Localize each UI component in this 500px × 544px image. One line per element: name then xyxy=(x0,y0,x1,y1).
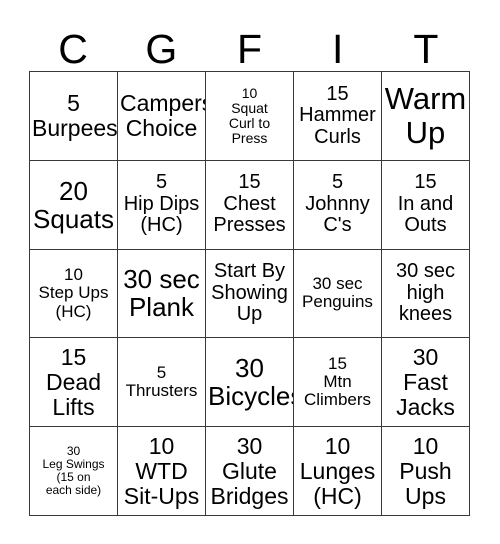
bingo-header-letter-4: T xyxy=(413,26,439,72)
bingo-cell-2-3[interactable]: 30 sec Penguins xyxy=(294,249,382,339)
bingo-cell-4-2[interactable]: 30 Glute Bridges xyxy=(206,427,294,516)
bingo-cell-0-3[interactable]: 15 Hammer Curls xyxy=(294,72,382,161)
bingo-cell-label: 30 Bicycles xyxy=(208,353,294,412)
bingo-cell-label: 15 In and Outs xyxy=(397,171,454,237)
bingo-cell-label: Start By Showing Up xyxy=(211,260,288,326)
bingo-cell-label: 30 Leg Swings (15 on each side) xyxy=(42,444,105,498)
bingo-cell-1-0[interactable]: 20 Squats xyxy=(30,160,118,250)
bingo-cell-4-0[interactable]: 30 Leg Swings (15 on each side) xyxy=(30,427,118,516)
bingo-cell-label: 30 Fast Jacks xyxy=(396,344,455,420)
bingo-header-letter-2: F xyxy=(236,26,263,72)
bingo-cell-1-1[interactable]: 5 Hip Dips (HC) xyxy=(118,160,206,250)
bingo-cell-3-2[interactable]: 30 Bicycles xyxy=(206,338,294,428)
bingo-cell-2-4[interactable]: 30 sec high knees xyxy=(382,249,470,339)
bingo-cell-3-3[interactable]: 15 Mtn Climbers xyxy=(294,338,382,428)
bingo-cell-label: 15 Dead Lifts xyxy=(46,344,101,420)
bingo-row-2: 10 Step Ups (HC) 30 sec Plank Start By S… xyxy=(30,249,470,339)
bingo-row-0: 5 Burpees Campers Choice 10 Squat Curl t… xyxy=(30,72,470,161)
bingo-card: C G F I T 5 Burpees Campers Choice 10 Sq… xyxy=(0,0,500,544)
bingo-cell-label: Campers Choice xyxy=(120,90,206,141)
bingo-row-3: 15 Dead Lifts 5 Thrusters 30 Bicycles 15… xyxy=(30,338,470,428)
bingo-cell-label: 30 sec Plank xyxy=(123,264,200,323)
bingo-cell-2-2[interactable]: Start By Showing Up xyxy=(206,249,294,339)
bingo-header-letter-0: C xyxy=(58,26,88,72)
bingo-cell-label: 30 Glute Bridges xyxy=(210,432,289,509)
bingo-cell-label: 15 Mtn Climbers xyxy=(303,353,372,410)
bingo-cell-1-3[interactable]: 5 Johnny C's xyxy=(294,160,382,250)
bingo-cell-0-2[interactable]: 10 Squat Curl to Press xyxy=(206,72,294,161)
bingo-cell-label: 10 Squat Curl to Press xyxy=(228,84,271,146)
bingo-cell-0-1[interactable]: Campers Choice xyxy=(118,72,206,161)
bingo-cell-label: 10 Step Ups (HC) xyxy=(38,264,109,321)
bingo-cell-label: 15 Hammer Curls xyxy=(299,82,376,148)
bingo-row-4: 30 Leg Swings (15 on each side) 10 WTD S… xyxy=(30,427,470,516)
bingo-cell-3-4[interactable]: 30 Fast Jacks xyxy=(382,338,470,428)
bingo-cell-label: 30 sec Penguins xyxy=(302,274,373,312)
bingo-cell-4-3[interactable]: 10 Lunges (HC) xyxy=(294,427,382,516)
bingo-header-row: C G F I T xyxy=(29,14,470,71)
bingo-cell-label: 5 Johnny C's xyxy=(305,171,370,237)
bingo-row-1: 20 Squats 5 Hip Dips (HC) 15 Chest Press… xyxy=(30,160,470,250)
bingo-cell-label: 20 Squats xyxy=(33,175,114,234)
bingo-cell-2-0[interactable]: 10 Step Ups (HC) xyxy=(30,249,118,339)
bingo-cell-label: Warm Up xyxy=(384,81,467,150)
bingo-cell-label: 30 sec high knees xyxy=(396,260,455,326)
bingo-cell-0-4[interactable]: Warm Up xyxy=(382,72,470,161)
bingo-cell-label: 10 Lunges (HC) xyxy=(299,432,376,509)
bingo-cell-1-4[interactable]: 15 In and Outs xyxy=(382,160,470,250)
bingo-cell-0-0[interactable]: 5 Burpees xyxy=(30,72,118,161)
bingo-cell-4-4[interactable]: 10 Push Ups xyxy=(382,427,470,516)
bingo-cell-label: 5 Hip Dips (HC) xyxy=(123,171,200,237)
bingo-header-letter-3: I xyxy=(332,26,344,72)
bingo-cell-1-2[interactable]: 15 Chest Presses xyxy=(206,160,294,250)
bingo-cell-label: 10 WTD Sit-Ups xyxy=(123,432,200,509)
bingo-cell-label: 5 Burpees xyxy=(32,90,118,141)
bingo-cell-3-0[interactable]: 15 Dead Lifts xyxy=(30,338,118,428)
bingo-cell-label: 10 Push Ups xyxy=(399,432,452,509)
bingo-grid: 5 Burpees Campers Choice 10 Squat Curl t… xyxy=(29,71,470,516)
bingo-cell-label: 5 Thrusters xyxy=(125,362,198,401)
bingo-cell-2-1[interactable]: 30 sec Plank xyxy=(118,249,206,339)
bingo-cell-4-1[interactable]: 10 WTD Sit-Ups xyxy=(118,427,206,516)
bingo-header-letter-1: G xyxy=(145,26,178,72)
bingo-cell-3-1[interactable]: 5 Thrusters xyxy=(118,338,206,428)
bingo-cell-label: 15 Chest Presses xyxy=(213,171,286,237)
